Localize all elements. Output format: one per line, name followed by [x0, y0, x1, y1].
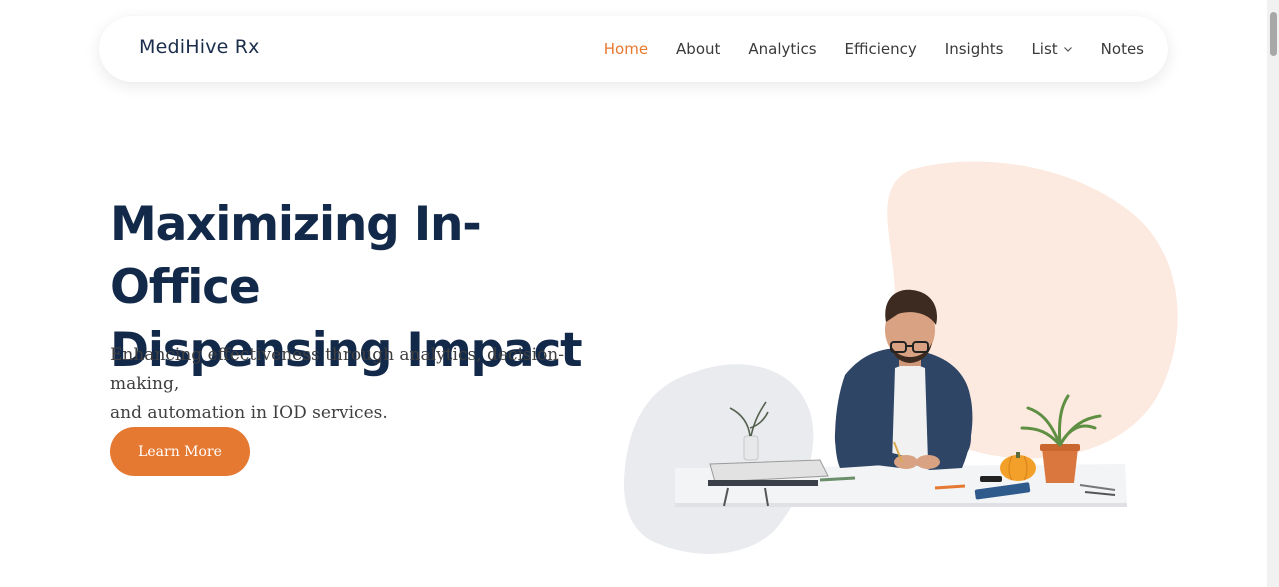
nav-item-home[interactable]: Home: [604, 40, 648, 58]
hero-subtitle: Enhancing effectiveness through analytic…: [110, 341, 630, 428]
hero-subtitle-line-2: and automation in IOD services.: [110, 403, 388, 423]
learn-more-button[interactable]: Learn More: [110, 427, 250, 476]
scrollbar-thumb[interactable]: [1270, 12, 1277, 56]
brand-logo[interactable]: MediHive Rx: [139, 36, 260, 58]
page-scrollbar[interactable]: [1267, 0, 1279, 587]
nav-item-insights[interactable]: Insights: [945, 40, 1004, 58]
hero-title-line-1: Maximizing In-Office: [110, 197, 482, 315]
top-navbar: MediHive Rx Home About Analytics Efficie…: [99, 16, 1168, 82]
nav-item-notes[interactable]: Notes: [1101, 40, 1144, 58]
nav-item-about[interactable]: About: [676, 40, 720, 58]
desk-edge-shape: [675, 503, 1127, 507]
nav-item-analytics[interactable]: Analytics: [748, 40, 816, 58]
nav-item-efficiency[interactable]: Efficiency: [845, 40, 917, 58]
pumpkin-shape: [1000, 455, 1036, 481]
gray-blob-shape: [624, 364, 814, 554]
nav-item-list-label: List: [1031, 40, 1058, 58]
nav-item-list[interactable]: List: [1031, 40, 1072, 58]
chevron-down-icon: [1063, 47, 1072, 52]
flower-pot-shape: [1042, 448, 1078, 483]
hero-illustration: [624, 161, 1178, 554]
hero-subtitle-line-1: Enhancing effectiveness through analytic…: [110, 345, 564, 394]
main-nav: Home About Analytics Efficiency Insights…: [576, 40, 1144, 58]
